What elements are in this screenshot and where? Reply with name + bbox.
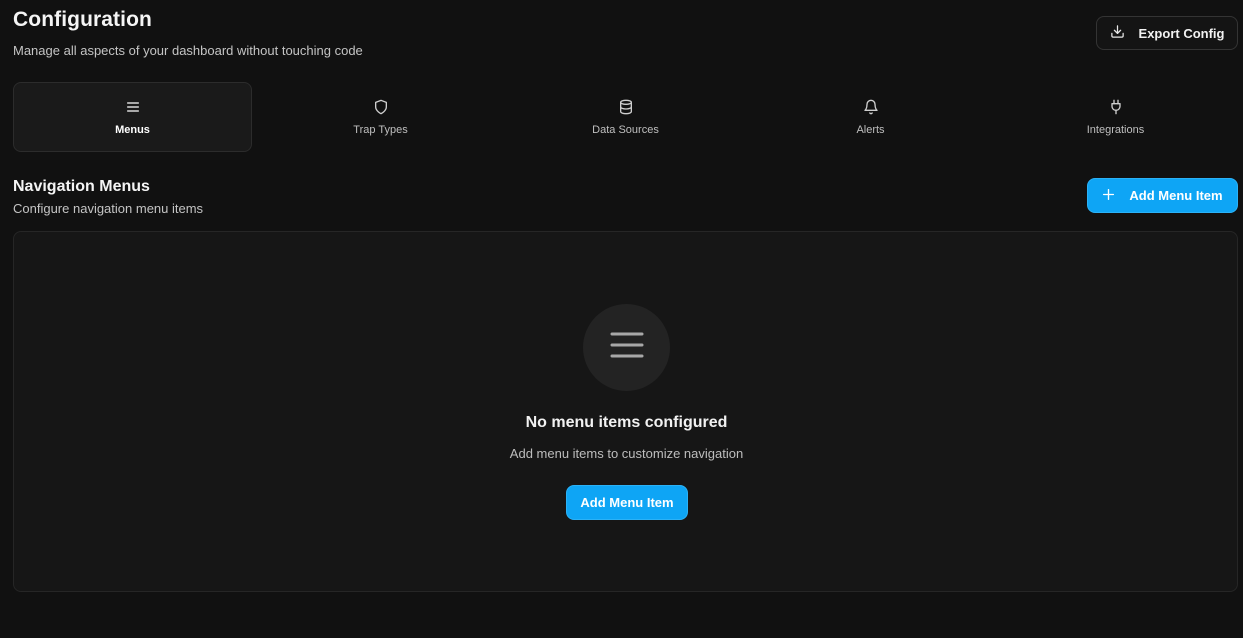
add-menu-item-label: Add Menu Item — [1129, 188, 1223, 203]
menu-icon — [125, 99, 141, 118]
page-subtitle: Manage all aspects of your dashboard wit… — [13, 43, 363, 58]
empty-state-panel: No menu items configured Add menu items … — [13, 231, 1238, 592]
empty-state-title: No menu items configured — [525, 414, 728, 431]
section-title: Navigation Menus — [13, 178, 150, 195]
tab-label: Menus — [115, 123, 150, 136]
plus-icon — [1102, 188, 1115, 204]
export-config-button[interactable]: Export Config — [1096, 16, 1238, 50]
tab-menus[interactable]: Menus — [13, 82, 252, 152]
tab-data-sources[interactable]: Data Sources — [503, 82, 748, 152]
tab-alerts[interactable]: Alerts — [748, 82, 993, 152]
empty-state-add-menu-item-button[interactable]: Add Menu Item — [566, 485, 688, 520]
add-menu-item-button[interactable]: Add Menu Item — [1087, 178, 1238, 213]
empty-state-description: Add menu items to customize navigation — [509, 446, 744, 461]
config-tabs: Menus Trap Types Data Sources Alerts Int… — [13, 82, 1238, 152]
tab-label: Data Sources — [592, 123, 659, 136]
shield-icon — [373, 99, 389, 118]
configuration-page: Configuration Manage all aspects of your… — [0, 0, 1243, 638]
plug-icon — [1108, 99, 1124, 118]
tab-label: Integrations — [1086, 123, 1145, 136]
tab-trap-types[interactable]: Trap Types — [258, 82, 503, 152]
page-title: Configuration — [13, 8, 152, 31]
tab-label: Alerts — [856, 123, 885, 136]
section-subtitle: Configure navigation menu items — [13, 201, 204, 216]
database-icon — [618, 99, 634, 118]
tab-integrations[interactable]: Integrations — [993, 82, 1238, 152]
empty-state-icon-circle — [583, 304, 670, 391]
tab-label: Trap Types — [353, 123, 408, 136]
bell-icon — [863, 99, 879, 118]
download-icon — [1110, 24, 1125, 42]
menu-icon — [609, 327, 645, 368]
export-config-label: Export Config — [1138, 25, 1225, 41]
